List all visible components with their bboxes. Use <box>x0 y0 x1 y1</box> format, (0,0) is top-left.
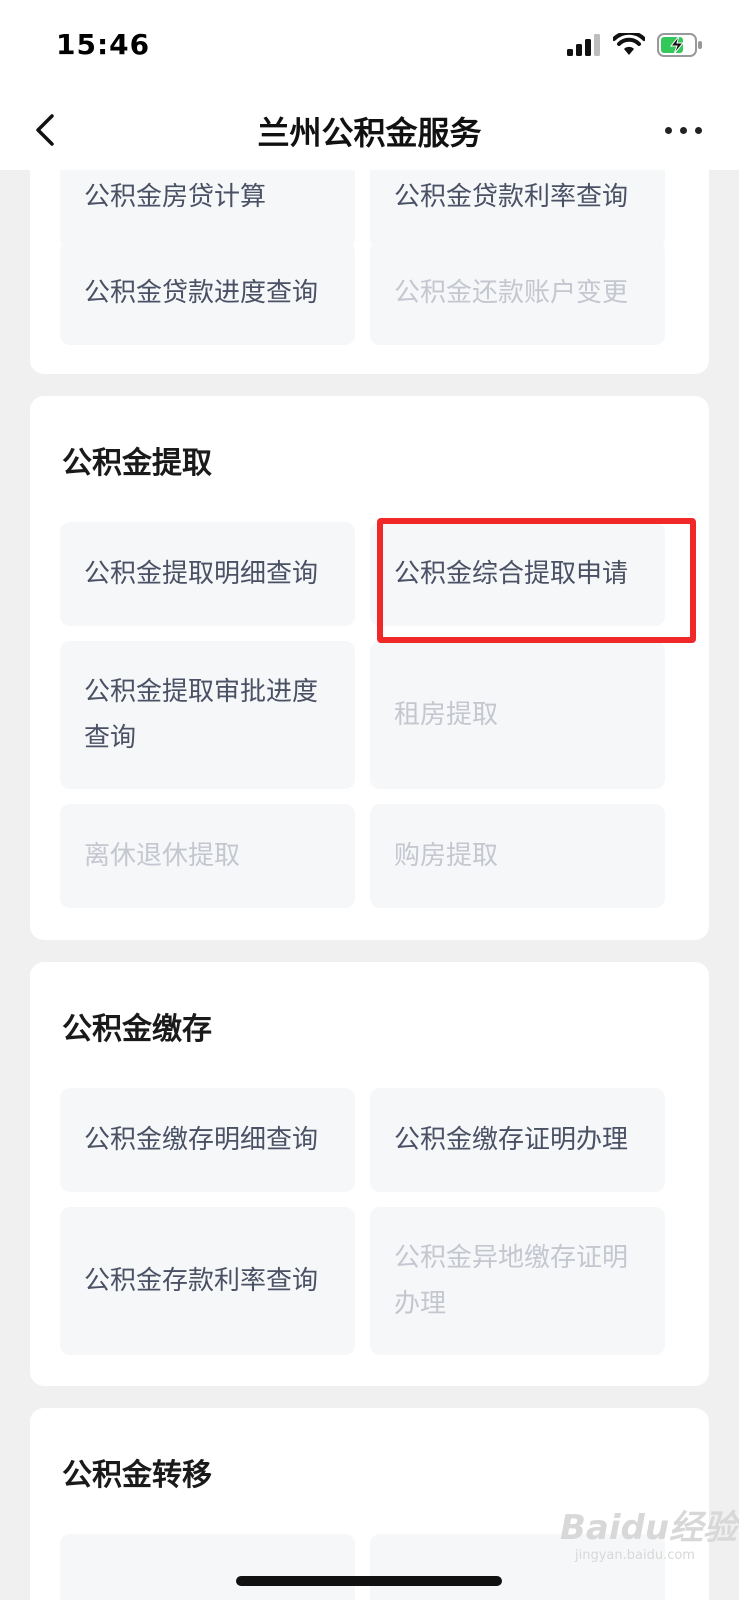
tile-transfer-1[interactable] <box>60 1534 355 1600</box>
tile-deposit-certificate[interactable]: 公积金缴存证明办理 <box>370 1088 665 1192</box>
watermark: Baidu经验 <box>560 1500 737 1549</box>
status-icons <box>567 33 703 57</box>
section-title: 公积金转移 <box>62 1458 212 1493</box>
tile-label: 公积金异地缴存证明办理 <box>394 1243 629 1319</box>
tile-label: 公积金提取审批进度查询 <box>84 677 319 753</box>
wifi-icon <box>613 33 645 55</box>
tile-loan-progress[interactable]: 公积金贷款进度查询 <box>60 241 355 345</box>
tile-loan-calc[interactable]: 公积金房贷计算 <box>60 170 355 249</box>
tile-retire-withdraw: 离休退休提取 <box>60 804 355 908</box>
watermark-sub: jingyan.baidu.com <box>575 1548 695 1563</box>
tile-label: 公积金缴存证明办理 <box>394 1125 629 1155</box>
signal-icon <box>567 34 600 56</box>
status-bar: 15:46 <box>0 0 739 90</box>
tile-label: 公积金提取明细查询 <box>84 559 319 589</box>
more-icon[interactable] <box>653 108 713 152</box>
watermark-logo: Baidu经验 <box>560 1508 738 1548</box>
battery-charging-icon <box>657 33 702 57</box>
tile-label: 公积金综合提取申请 <box>394 559 629 589</box>
page-title: 兰州公积金服务 <box>257 114 482 152</box>
card-deposit: 公积金缴存 公积金缴存明细查询 公积金缴存证明办理 公积金存款利率查询 公积金异… <box>30 962 709 1386</box>
home-indicator <box>236 1576 502 1586</box>
service-list[interactable]: 公积金房贷计算 公积金贷款利率查询 公积金贷款进度查询 公积金还款账户变更 公积… <box>0 170 739 1600</box>
tile-loan-rate[interactable]: 公积金贷款利率查询 <box>370 170 665 249</box>
tile-repay-account-change: 公积金还款账户变更 <box>370 241 665 345</box>
tile-label: 公积金缴存明细查询 <box>84 1125 319 1155</box>
tile-withdraw-detail[interactable]: 公积金提取明细查询 <box>60 522 355 626</box>
nav-bar: 兰州公积金服务 <box>0 90 739 170</box>
section-title: 公积金提取 <box>62 446 212 481</box>
card-loan: 公积金房贷计算 公积金贷款利率查询 公积金贷款进度查询 公积金还款账户变更 <box>30 170 709 374</box>
status-time: 15:46 <box>56 28 151 61</box>
section-title: 公积金缴存 <box>62 1012 212 1047</box>
tile-label: 购房提取 <box>394 841 499 871</box>
tile-deposit-detail[interactable]: 公积金缴存明细查询 <box>60 1088 355 1192</box>
card-withdraw: 公积金提取 公积金提取明细查询 公积金综合提取申请 公积金提取审批进度查询 租房… <box>30 396 709 940</box>
tile-withdraw-apply[interactable]: 公积金综合提取申请 <box>370 522 665 626</box>
dot <box>664 126 672 134</box>
tile-label: 公积金还款账户变更 <box>394 278 629 308</box>
tile-label: 公积金房贷计算 <box>84 182 267 212</box>
tile-label: 离休退休提取 <box>84 841 241 871</box>
tile-deposit-rate[interactable]: 公积金存款利率查询 <box>60 1207 355 1355</box>
tile-label: 公积金存款利率查询 <box>84 1266 319 1296</box>
tile-remote-deposit-certificate: 公积金异地缴存证明办理 <box>370 1207 665 1355</box>
tile-withdraw-approval-progress[interactable]: 公积金提取审批进度查询 <box>60 641 355 789</box>
dot <box>694 126 702 134</box>
tile-label: 租房提取 <box>394 700 499 730</box>
tile-label: 公积金贷款利率查询 <box>394 182 629 212</box>
dot <box>679 126 687 134</box>
tile-purchase-withdraw: 购房提取 <box>370 804 665 908</box>
tile-rent-withdraw: 租房提取 <box>370 641 665 789</box>
tile-label: 公积金贷款进度查询 <box>84 278 319 308</box>
